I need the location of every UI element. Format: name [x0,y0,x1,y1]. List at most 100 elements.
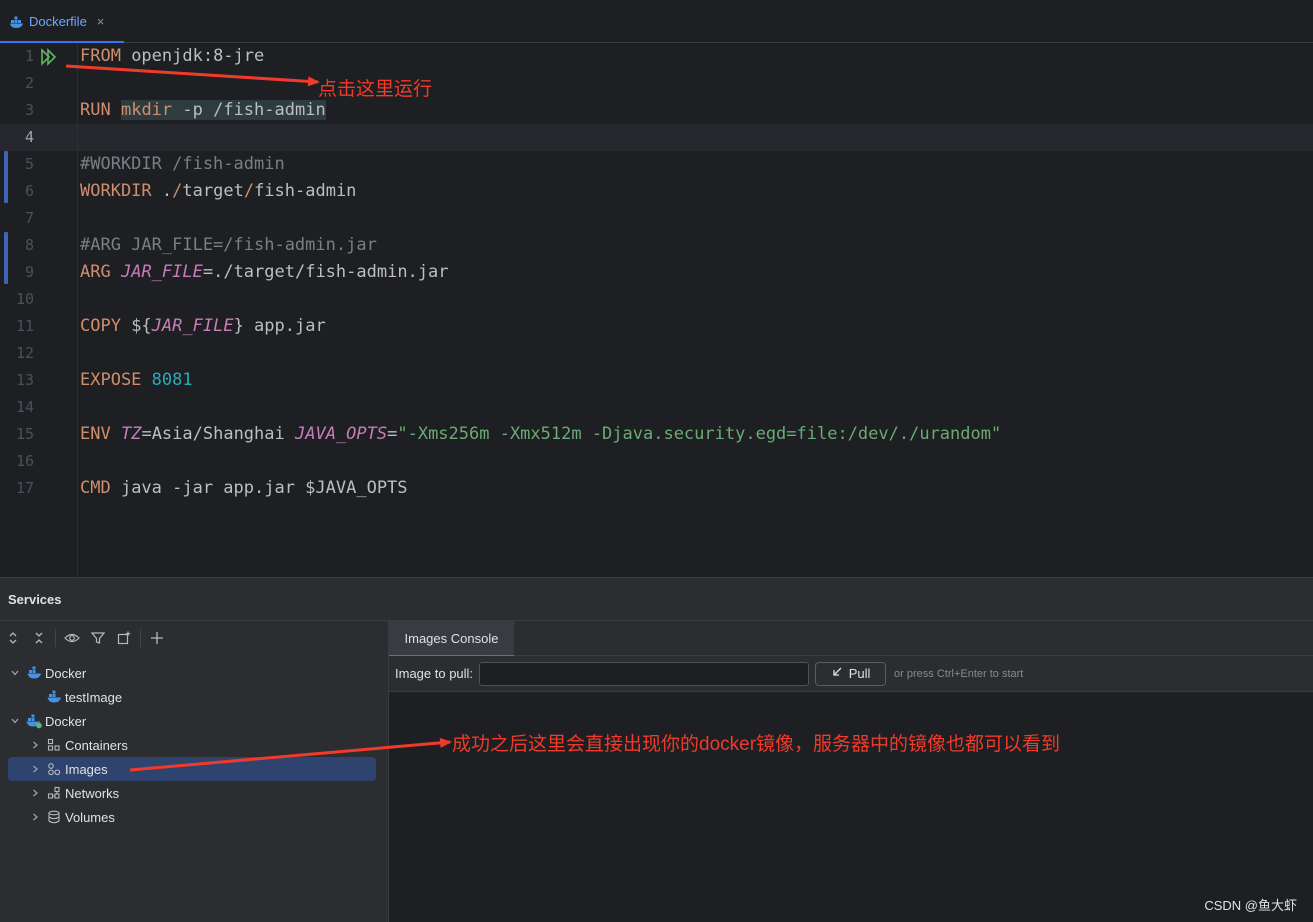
docker-icon [26,665,42,681]
line-number: 10 [15,290,34,308]
line-number: 13 [15,371,34,389]
code-line: 1 FROM openjdk:8-jre [0,43,1313,70]
images-icon [46,761,62,777]
watermark: CSDN @鱼大虾 [1204,898,1297,913]
tree-item-label: Images [65,761,108,777]
docker-connected-icon [26,713,42,729]
chevron-right-icon[interactable] [28,738,42,752]
code-text: COPY ${JAR_FILE} app.jar [80,316,326,336]
annotation-run-hint: 点击这里运行 [318,79,433,100]
line-number: 4 [24,128,34,146]
code-text: FROM openjdk:8-jre [80,46,265,66]
tree-item-containers[interactable]: Containers [8,733,376,757]
code-text: CMD java -jar app.jar $JAVA_OPTS [80,478,408,498]
code-line: 12 [0,340,1313,367]
code-line: 8 #ARG JAR_FILE=/fish-admin.jar [0,232,1313,259]
code-comment: #ARG JAR_FILE=/fish-admin.jar [80,235,377,255]
image-pull-row: Image to pull: Pull or press Ctrl+Enter … [389,656,1313,692]
run-icon[interactable] [40,48,58,66]
toolbar-separator [140,629,141,647]
code-line: 2 [0,70,1313,97]
code-line: 10 [0,286,1313,313]
tree-item-images[interactable]: Images [8,757,376,781]
code-text: ARG JAR_FILE=./target/fish-admin.jar [80,262,449,282]
chevron-down-icon[interactable] [8,666,22,680]
toolbar-separator [55,629,56,647]
annotation-images-hint: 成功之后这里会直接出现你的docker镜像，服务器中的镜像也都可以看到 [452,734,1061,755]
tree-item-testimage[interactable]: testImage [8,685,376,709]
tree-item-label: Docker [45,665,87,681]
tree-item-label: Networks [65,785,120,801]
tab-label: Images Console [404,631,499,646]
code-line: 17 CMD java -jar app.jar $JAVA_OPTS [0,475,1313,502]
line-number: 1 [24,47,34,65]
line-number: 2 [24,74,34,92]
expand-all-icon[interactable] [0,625,26,651]
chevron-down-icon[interactable] [8,714,22,728]
code-line: 16 [0,448,1313,475]
code-text: WORKDIR ./target/fish-admin [80,181,357,201]
line-number: 15 [15,425,34,443]
pull-button-label: Pull [848,666,871,681]
docker-icon [46,689,62,705]
tree-item-label: Volumes [65,809,115,825]
image-to-pull-input[interactable] [479,661,810,686]
line-number: 3 [24,101,34,119]
close-icon[interactable]: × [97,14,105,29]
image-to-pull-label: Image to pull: [395,666,474,681]
code-comment: #WORKDIR /fish-admin [80,154,285,174]
line-number: 14 [15,398,34,416]
pull-button[interactable]: Pull [815,661,887,686]
tree-item-docker-connection[interactable]: Docker [8,709,376,733]
chevron-right-icon[interactable] [28,786,42,800]
code-line: 5 #WORKDIR /fish-admin [0,151,1313,178]
tab-images-console[interactable]: Images Console [389,621,514,657]
chevron-right-icon[interactable] [28,810,42,824]
code-editor[interactable]: 1 FROM openjdk:8-jre 2 3 RUN mkdir -p /f… [0,43,1313,577]
tree-item-volumes[interactable]: Volumes [8,805,376,829]
add-service-icon[interactable] [144,625,170,651]
tree-item-label: Containers [65,737,128,753]
line-number: 17 [15,479,34,497]
tree-item-networks[interactable]: Networks [8,781,376,805]
services-tree-panel: Docker testImage Docker Containers Image… [0,620,388,922]
filter-icon[interactable] [85,625,111,651]
services-title: Services [8,591,62,607]
eye-icon[interactable] [59,625,85,651]
line-number: 16 [15,452,34,470]
console-tab-bar: Images Console [389,621,1313,657]
code-text: ENV TZ=Asia/Shanghai JAVA_OPTS="-Xms256m… [80,424,1002,444]
line-number: 7 [24,209,34,227]
code-line-current: 4 [0,124,1313,151]
database-icon [46,809,62,825]
editor-tab-bar: Dockerfile × [0,0,1313,44]
line-number: 8 [24,236,34,254]
containers-icon [46,737,62,753]
line-number: 9 [24,263,34,281]
line-number: 5 [24,155,34,173]
code-line: 7 [0,205,1313,232]
tab-label: Dockerfile [29,14,87,29]
tree-item-docker[interactable]: Docker [8,661,376,685]
line-number: 6 [24,182,34,200]
code-line: 13 EXPOSE 8081 [0,367,1313,394]
code-line: 11 COPY ${JAR_FILE} app.jar [0,313,1313,340]
tree-item-label: testImage [65,689,123,705]
tab-dockerfile[interactable]: Dockerfile × [0,0,124,44]
line-number: 12 [15,344,34,362]
code-line: 14 [0,394,1313,421]
new-group-icon[interactable] [111,625,137,651]
images-console-panel: Images Console Image to pull: Pull or pr… [389,620,1313,922]
network-icon [46,785,62,801]
pull-icon [831,666,843,681]
code-line: 9 ARG JAR_FILE=./target/fish-admin.jar [0,259,1313,286]
services-toolbar [0,621,388,655]
chevron-right-icon[interactable] [28,762,42,776]
code-text: EXPOSE 8081 [80,370,193,390]
docker-icon [10,15,24,29]
collapse-all-icon[interactable] [26,625,52,651]
line-number: 11 [15,317,34,335]
code-line: 3 RUN mkdir -p /fish-admin [0,97,1313,124]
code-text: RUN mkdir -p /fish-admin [80,100,326,120]
code-line: 15 ENV TZ=Asia/Shanghai JAVA_OPTS="-Xms2… [0,421,1313,448]
